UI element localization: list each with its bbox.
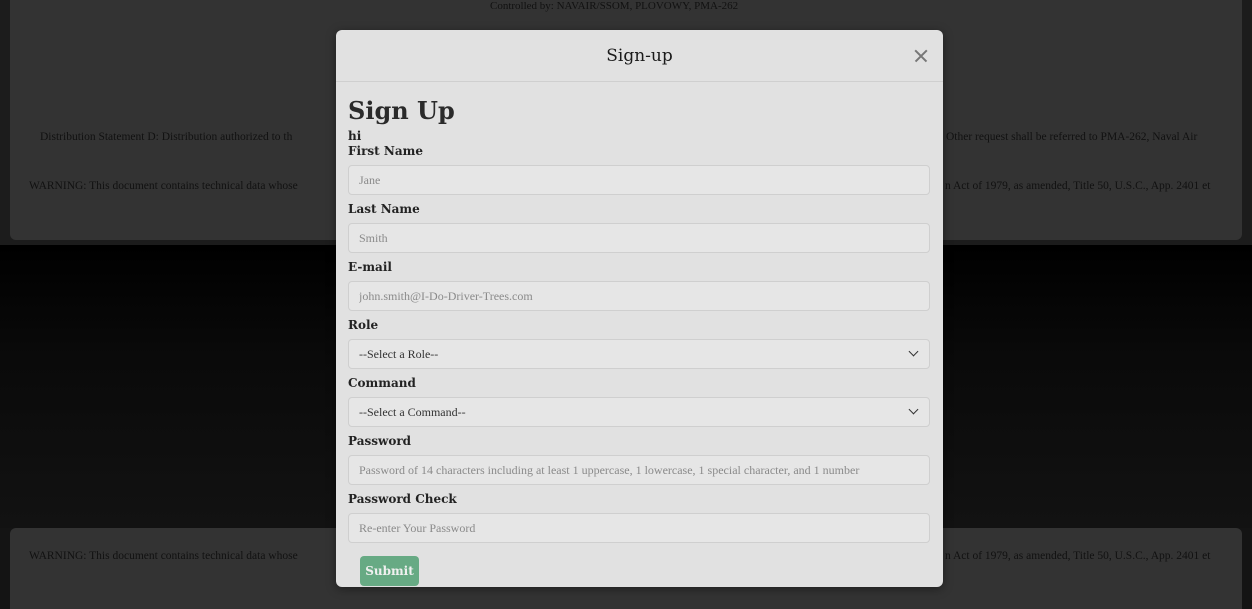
password-check-group: Password Check	[348, 492, 931, 543]
first-name-label: First Name	[348, 144, 423, 158]
warning-text-bottom-left: WARNING: This document contains technica…	[29, 550, 298, 562]
warning-text-left: WARNING: This document contains technica…	[29, 180, 298, 192]
signup-modal: Sign-up Sign Up hi First Name Last Name …	[336, 30, 943, 587]
first-name-input[interactable]	[348, 165, 930, 195]
command-selected-value: --Select a Command--	[359, 405, 466, 419]
role-label: Role	[348, 318, 379, 332]
password-label: Password	[348, 434, 412, 448]
role-select[interactable]: --Select a Role--	[348, 339, 930, 369]
chevron-down-icon	[908, 346, 919, 357]
modal-body: Sign Up hi First Name Last Name E-mail R…	[336, 82, 943, 586]
distribution-statement-left: Distribution Statement D: Distribution a…	[40, 131, 293, 143]
submit-button[interactable]: Submit	[360, 556, 419, 586]
controlled-by-text: Controlled by: NAVAIR/SSOM, PLOVOWY, PMA…	[490, 0, 739, 12]
last-name-input[interactable]	[348, 223, 930, 253]
password-input[interactable]	[348, 455, 930, 485]
password-check-input[interactable]	[348, 513, 930, 543]
modal-title: Sign-up	[606, 45, 673, 66]
modal-header: Sign-up	[336, 30, 943, 82]
role-selected-value: --Select a Role--	[359, 347, 439, 361]
close-icon[interactable]	[911, 46, 931, 66]
password-check-label: Password Check	[348, 492, 457, 506]
command-label: Command	[348, 376, 416, 390]
last-name-group: Last Name	[348, 202, 931, 253]
command-select[interactable]: --Select a Command--	[348, 397, 930, 427]
hi-text: hi	[348, 129, 362, 143]
email-group: E-mail	[348, 260, 931, 311]
chevron-down-icon	[908, 404, 919, 415]
first-name-group: First Name	[348, 144, 931, 195]
last-name-label: Last Name	[348, 202, 420, 216]
distribution-statement-right: Other request shall be referred to PMA-2…	[946, 131, 1198, 143]
warning-text-right: n Act of 1979, as amended, Title 50, U.S…	[945, 180, 1211, 192]
email-label: E-mail	[348, 260, 392, 274]
password-group: Password	[348, 434, 931, 485]
command-group: Command --Select a Command--	[348, 376, 931, 427]
email-input[interactable]	[348, 281, 930, 311]
form-heading: Sign Up	[348, 96, 455, 125]
role-group: Role --Select a Role--	[348, 318, 931, 369]
warning-text-bottom-right: n Act of 1979, as amended, Title 50, U.S…	[945, 550, 1211, 562]
